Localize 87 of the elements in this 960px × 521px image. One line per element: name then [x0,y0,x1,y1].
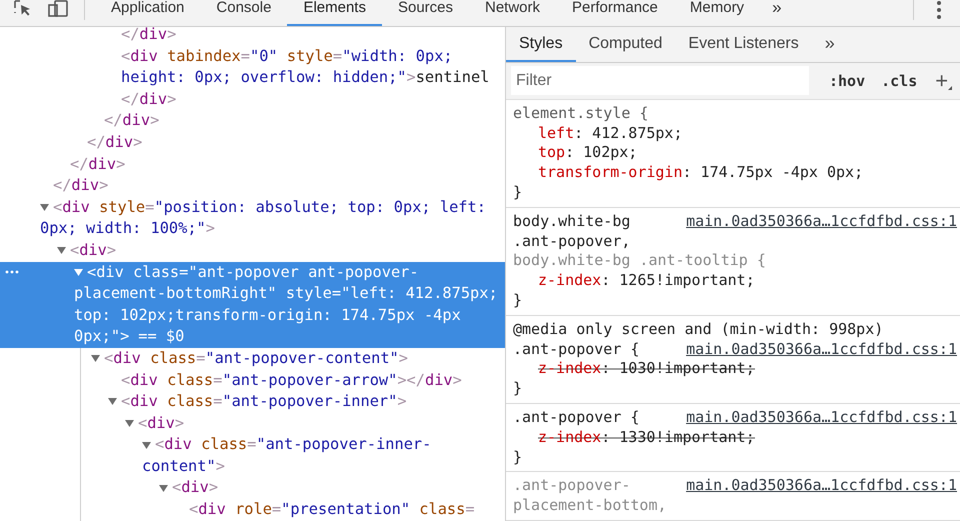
code-line[interactable]: </div> [87,132,142,154]
code-line[interactable]: </div> [104,110,160,132]
expand-triangle-icon[interactable] [142,440,151,450]
dom-node[interactable]: <div> [81,412,505,434]
closing-brace: } [513,291,524,311]
css-selector: .ant-popover { [513,340,640,360]
panel-tab[interactable]: Network [469,0,556,26]
console-reference: == $0 [138,326,184,348]
expand-triangle-icon[interactable] [159,484,168,493]
expand-triangle-icon[interactable] [91,354,100,364]
more-tabs-button[interactable]: » [812,27,848,62]
code-line[interactable]: <div> [138,412,184,434]
expand-triangle-icon[interactable] [108,397,117,406]
css-selector: .ant-popover, [513,232,630,252]
more-options-icon[interactable] [5,270,19,274]
hover-state-button[interactable]: :hov [825,72,870,90]
code-line[interactable]: </div> [121,27,176,46]
code-line[interactable]: </div> [70,154,126,176]
menu-icon[interactable] [936,0,942,19]
dom-node[interactable]: </div> [0,27,505,46]
dom-node[interactable]: <div style="position: absolute; top: 0px; left: 0px; width: 100%;"> [0,196,505,240]
class-button[interactable]: .cls [877,72,922,90]
css-declaration: left: 412.875px; [537,124,684,144]
media-query: @media only screen and (min-width: 998px) [513,320,884,340]
dom-node[interactable]: <div tabindex="0" style="width: 0px; height: 0px; overflow: hidden;">sentinel </div> [0,46,505,110]
code-line[interactable]: </div> [121,88,176,110]
source-link[interactable]: main.0ad350366a…1ccfdfbd.css:1 [686,476,960,496]
sidebar-tab[interactable]: Computed [576,27,676,62]
code-line[interactable]: <div class="ant-popover ant-popover- [87,262,419,284]
expand-triangle-icon[interactable] [74,268,83,277]
closing-brace: } [513,379,524,400]
closing-brace: } [513,183,524,203]
css-selector: element.style { [513,104,648,124]
dom-node[interactable]: </div> [0,110,505,132]
dom-node[interactable]: </div> [0,175,505,197]
code-line[interactable]: content"> [142,456,225,478]
css-selector: placement-bottom, [513,496,667,516]
dom-node[interactable]: <div role="presentation" class= [81,499,505,521]
dom-node[interactable]: </div> [0,132,505,154]
new-rule-button[interactable]: + [929,68,954,94]
css-selector: .ant-popover { [513,408,640,428]
code-line[interactable]: placement-bottomRight" style="left: 412.875px; [74,283,498,305]
code-line[interactable]: 0px;"> [74,326,130,348]
inspect-icon[interactable] [14,0,32,18]
source-link[interactable]: main.0ad350366a…1ccfdfbd.css:1 [686,340,960,360]
panel-tab[interactable]: Application [95,0,200,26]
code-line[interactable]: </div> [53,175,108,197]
code-line[interactable]: 0px; width: 100%;"> [40,218,215,240]
dom-node[interactable]: <div> [81,477,505,500]
code-line[interactable]: <div> [172,477,218,500]
dom-node[interactable]: <div class="ant-popover-inner"> [81,391,505,413]
closing-brace: } [513,448,524,468]
css-selector: body.white-bg [513,212,630,232]
css-selector: .ant-popover- [513,476,630,496]
code-line[interactable]: <div class="ant-popover-inner- [155,434,432,456]
source-link[interactable]: main.0ad350366a…1ccfdfbd.css:1 [686,408,960,428]
expand-triangle-icon[interactable] [57,246,66,256]
css-declaration: transform-origin: 174.75px -4px 0px; [537,163,864,184]
source-link[interactable]: main.0ad350366a…1ccfdfbd.css:1 [686,212,960,232]
panel-tab[interactable]: Memory [674,0,760,26]
dom-node[interactable]: <div class="ant-popover-inner- content"> [81,434,505,478]
more-tabs-button[interactable]: » [760,0,794,26]
dom-node[interactable]: </div> [0,154,505,176]
dom-node[interactable]: <div class="ant-popover ant-popover- placement-bottomRight" style="left: 412.875px; top: 102px;transform-origin: 174.75px -4px 0px;"> == $0 [0,262,505,348]
code-line[interactable]: <div role="presentation" class= [189,499,475,521]
dom-node[interactable]: <div> [0,240,505,262]
code-line[interactable]: top: 102px;transform-origin: 174.75px -4px [74,304,461,326]
code-line[interactable]: <div class="ant-popover-arrow"></div> [121,370,462,392]
expand-triangle-icon[interactable] [40,203,49,212]
sidebar-tab[interactable]: Event Listeners [675,27,812,62]
css-declaration: z-index: 1265!important; [537,271,756,292]
code-line[interactable]: <div> [70,240,116,262]
dom-node[interactable]: <div class="ant-popover-arrow"></div> [81,370,505,392]
device-toolbar-icon[interactable] [48,0,68,18]
expand-triangle-icon[interactable] [125,418,134,428]
code-line[interactable]: <div class="ant-popover-inner"> [121,391,407,413]
css-declaration: top: 102px; [537,143,638,164]
panel-tab[interactable]: Performance [556,0,674,26]
panel-tab[interactable]: Sources [382,0,469,26]
filter-input[interactable]: Filter [511,66,809,96]
css-selector: body.white-bg .ant-tooltip { [513,251,766,272]
code-line[interactable]: height: 0px; overflow: hidden;">sentinel [121,67,490,89]
dom-node[interactable]: <div class="ant-popover-content"> [81,348,505,370]
code-line[interactable]: <div class="ant-popover-content"> [104,348,408,370]
code-line[interactable]: <div style="position: absolute; top: 0px; left: [53,196,486,218]
panel-tab[interactable]: Console [200,0,288,26]
code-line[interactable]: <div tabindex="0" style="width: 0px; [121,46,453,68]
